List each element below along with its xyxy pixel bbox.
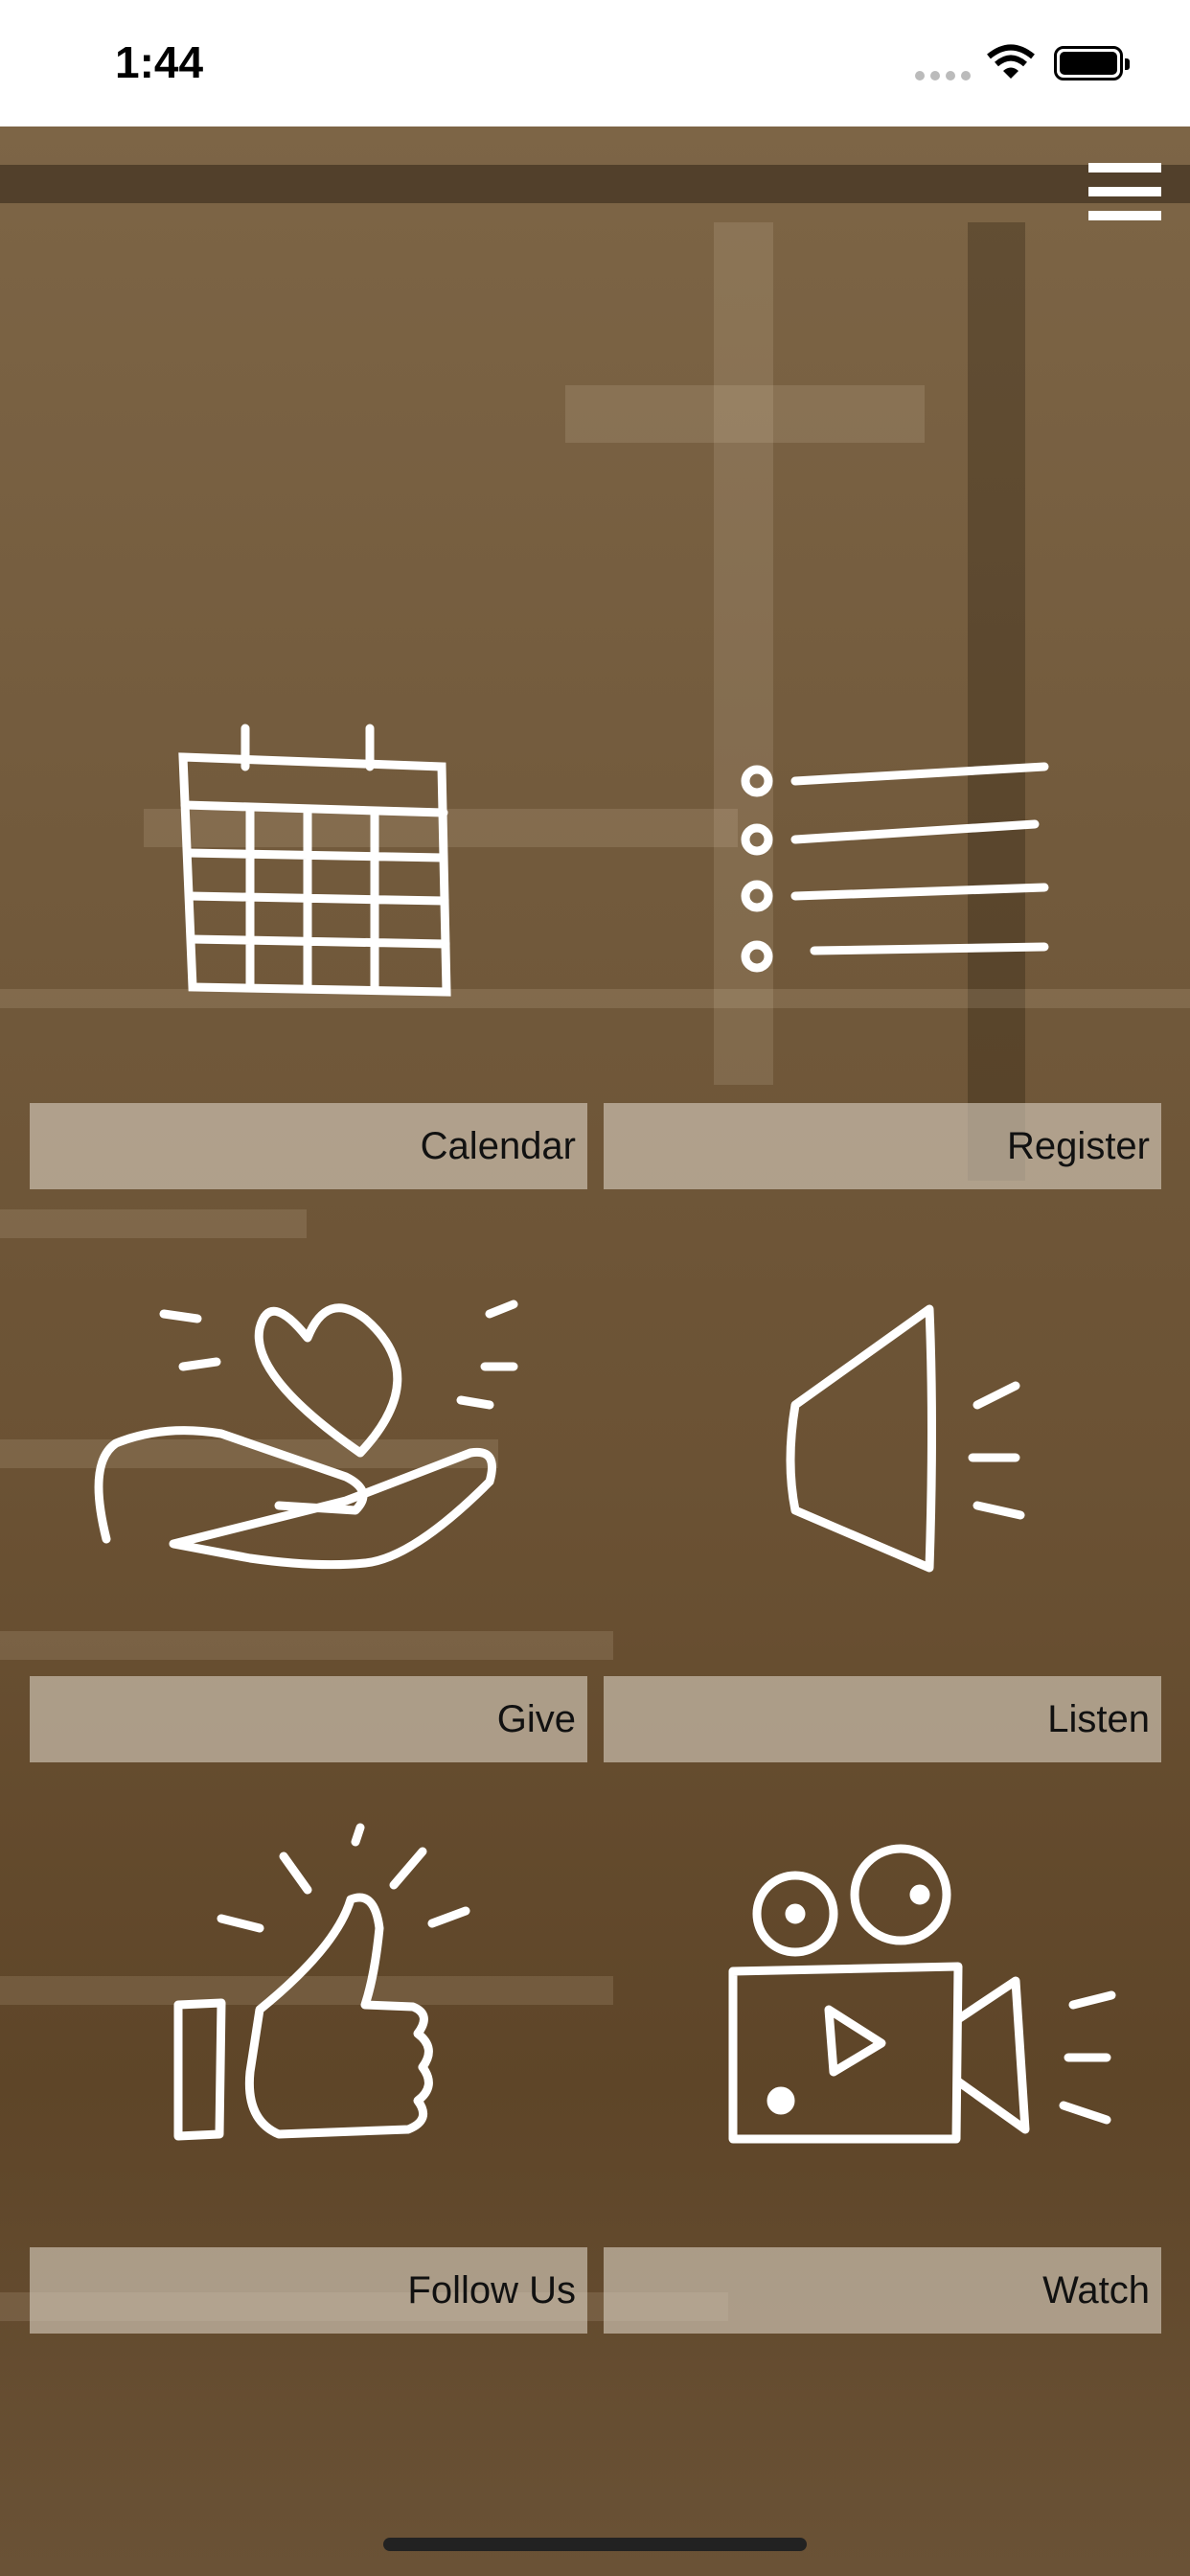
watch-button[interactable]: Watch (604, 2247, 1161, 2334)
register-button[interactable]: Register (604, 1103, 1161, 1189)
calendar-icon (178, 724, 451, 997)
status-time: 1:44 (115, 37, 204, 87)
cellular-signal-icon (915, 71, 971, 80)
hamburger-menu-button[interactable] (1088, 163, 1161, 220)
thumbs-up-icon (173, 1823, 470, 2141)
give-button[interactable]: Give (30, 1676, 587, 1762)
list-icon (741, 762, 1049, 973)
calendar-button[interactable]: Calendar (30, 1103, 587, 1189)
speaker-icon (786, 1304, 1025, 1573)
heart-hand-icon (94, 1300, 518, 1570)
video-camera-icon (728, 1844, 1116, 2144)
listen-button[interactable]: Listen (604, 1676, 1161, 1762)
home-indicator[interactable] (383, 2538, 807, 2551)
wifi-icon (987, 44, 1035, 79)
battery-icon (1054, 46, 1130, 80)
follow-us-button[interactable]: Follow Us (30, 2247, 587, 2334)
status-bar: 1:44 (0, 0, 1190, 126)
